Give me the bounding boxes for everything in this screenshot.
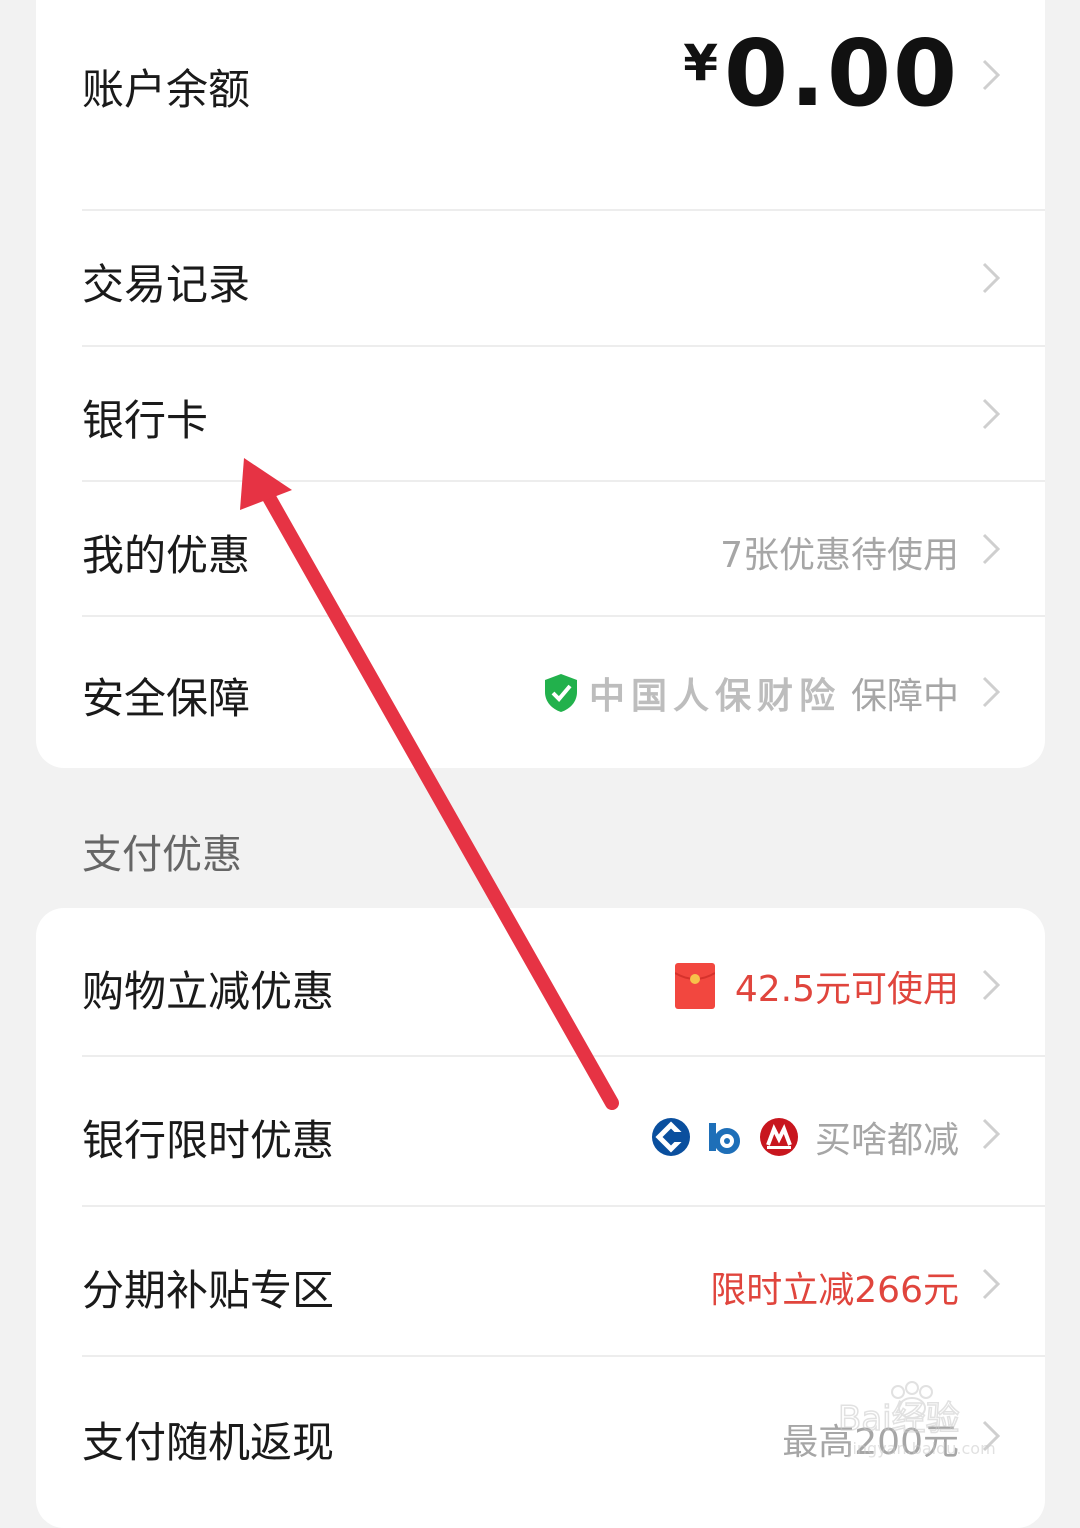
watermark: Bai经验 jingyan.baidu.com — [818, 1378, 1018, 1462]
watermark-url: jingyan.baidu.com — [847, 1439, 996, 1458]
ccb-bank-icon — [651, 1118, 690, 1156]
red-envelope-icon — [674, 963, 715, 1009]
bank-offer-row[interactable]: 银行限时优惠 买啥都减 — [36, 1057, 1045, 1205]
coupons-label: 我的优惠 — [82, 531, 251, 580]
shield-check-icon — [544, 674, 577, 712]
bank-offer-value: 买啥都减 — [814, 1120, 959, 1161]
chevron-right-icon — [982, 262, 1001, 294]
bank-card-label: 银行卡 — [82, 396, 209, 445]
coupons-row[interactable]: 我的优惠 7张优惠待使用 — [36, 482, 1045, 615]
insurer-name: 中国人保财险 — [588, 676, 841, 717]
currency-symbol: ¥ — [683, 34, 718, 92]
baidu-paw-icon: Bai经验 jingyan.baidu.com — [837, 1381, 996, 1458]
chevron-right-icon — [982, 59, 1001, 91]
chevron-right-icon — [982, 1118, 1001, 1150]
cashback-label: 支付随机返现 — [82, 1418, 335, 1467]
coupons-status: 7张优惠待使用 — [720, 535, 959, 576]
bank-offer-label: 银行限时优惠 — [82, 1116, 335, 1165]
bank-card-row[interactable]: 银行卡 — [36, 347, 1045, 480]
section-title: 支付优惠 — [82, 832, 242, 878]
balance-row[interactable]: 账户余额 ¥ 0.00 — [36, 0, 1045, 180]
shopping-discount-label: 购物立减优惠 — [82, 967, 335, 1016]
security-status: 保障中 — [850, 676, 959, 717]
installment-row[interactable]: 分期补贴专区 限时立减266元 — [36, 1207, 1045, 1355]
installment-label: 分期补贴专区 — [82, 1266, 335, 1315]
chevron-right-icon — [982, 398, 1001, 430]
installment-value: 限时立减266元 — [710, 1270, 959, 1311]
balance-label: 账户余额 — [82, 65, 251, 114]
balance-value: 0.00 — [724, 20, 959, 127]
shopping-discount-value: 42.5元可使用 — [734, 969, 959, 1010]
transactions-row[interactable]: 交易记录 — [36, 211, 1045, 345]
security-info: 中国人保财险 保障中 — [543, 667, 959, 719]
watermark-text: Bai经验 — [838, 1399, 960, 1439]
cmb-bank-icon — [759, 1118, 798, 1156]
security-label: 安全保障 — [82, 674, 251, 723]
security-row[interactable]: 安全保障 中国人保财险 保障中 — [36, 617, 1045, 768]
chevron-right-icon — [982, 969, 1001, 1001]
transactions-label: 交易记录 — [82, 260, 251, 309]
shopping-discount-row[interactable]: 购物立减优惠 42.5元可使用 — [36, 908, 1045, 1055]
bank-offer-info: 买啥都减 — [651, 1111, 959, 1163]
chevron-right-icon — [982, 1268, 1001, 1300]
shopping-discount-info: 42.5元可使用 — [674, 960, 959, 1012]
chevron-right-icon — [982, 533, 1001, 565]
account-card: 账户余额 ¥ 0.00 交易记录 银行卡 我的优惠 7张优惠待使用 安全保障 中… — [36, 0, 1045, 768]
chevron-right-icon — [982, 676, 1001, 708]
bank-of-beijing-icon — [708, 1123, 740, 1154]
balance-amount: ¥ 0.00 — [683, 28, 959, 120]
